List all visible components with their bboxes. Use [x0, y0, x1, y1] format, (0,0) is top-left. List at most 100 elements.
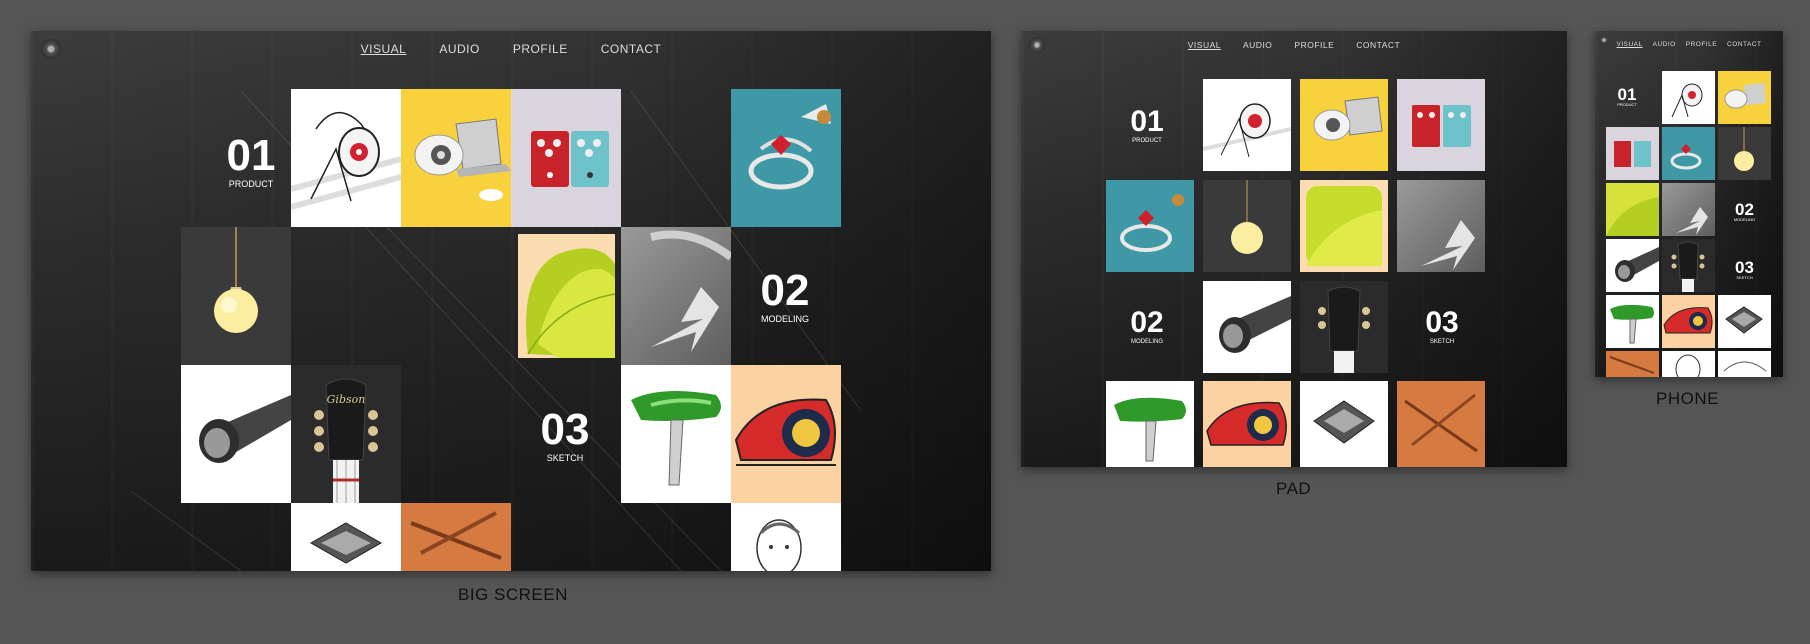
ring-jewelry-icon — [1120, 194, 1184, 252]
thumb-arrow[interactable] — [621, 227, 731, 365]
sketch-lamp-icon — [291, 112, 401, 210]
thumb-mic[interactable] — [1203, 281, 1291, 373]
ring-jewelry-icon — [1670, 144, 1702, 170]
thumb-pens[interactable] — [1397, 381, 1485, 467]
microphone-icon — [1615, 247, 1659, 282]
pens-icon — [410, 511, 502, 560]
sketch-icon — [1723, 361, 1767, 372]
thumb-pedals[interactable] — [1606, 127, 1659, 180]
nav-visual[interactable]: VISUAL — [1188, 40, 1221, 50]
nav-audio[interactable]: AUDIO — [1653, 41, 1676, 48]
nav-profile[interactable]: PROFILE — [1686, 41, 1717, 48]
nav-contact[interactable]: CONTACT — [601, 42, 662, 56]
section-03-label[interactable]: 03 SKETCH — [1718, 259, 1771, 280]
nav-audio[interactable]: AUDIO — [439, 42, 480, 56]
thumb-car[interactable] — [731, 365, 841, 503]
section-02-label[interactable]: 02 MODELING — [745, 269, 825, 324]
thumb-pedals[interactable] — [511, 89, 621, 227]
thumb-speaker[interactable] — [401, 89, 511, 227]
portrait-sketch-icon — [756, 519, 802, 571]
thumb-mic[interactable] — [1606, 239, 1659, 292]
caption-big-screen: BIG SCREEN — [458, 585, 568, 604]
hair-dryer-icon — [631, 391, 721, 486]
nav-contact[interactable]: CONTACT — [1356, 40, 1400, 50]
pendant-bulb-icon — [214, 227, 258, 333]
thumb-speaker[interactable] — [1300, 79, 1388, 171]
ring-jewelry-icon — [748, 104, 831, 190]
svg-text:Gibson: Gibson — [327, 393, 366, 406]
thumb-speaker[interactable] — [1718, 71, 1771, 124]
section-02-label[interactable]: 02 MODELING — [1718, 201, 1771, 222]
pendant-bulb-icon — [1231, 180, 1263, 254]
thumb-pens[interactable] — [1606, 351, 1659, 377]
section-02-label[interactable]: 02 MODELING — [1117, 308, 1177, 346]
thumb-sketch-lamp[interactable] — [291, 89, 401, 227]
thumb-leaf[interactable] — [1300, 180, 1388, 272]
pens-icon — [1609, 356, 1655, 374]
thumb-dryer[interactable] — [621, 365, 731, 503]
thumb-guitar[interactable] — [1300, 281, 1388, 373]
thumb-portrait[interactable] — [731, 503, 841, 571]
thumb-sketch-lamp[interactable] — [1662, 71, 1715, 124]
thumb-arrow[interactable] — [1662, 183, 1715, 236]
nav-visual[interactable]: VISUAL — [361, 42, 407, 56]
guitar-headstock-icon — [1671, 241, 1705, 292]
top-nav: VISUAL AUDIO PROFILE CONTACT — [31, 42, 991, 56]
arrow-render-icon — [1421, 220, 1475, 270]
nav-profile[interactable]: PROFILE — [513, 42, 568, 56]
section-01-label[interactable]: 01 PRODUCT — [1603, 86, 1651, 107]
nav-profile[interactable]: PROFILE — [1294, 40, 1334, 50]
hair-dryer-icon — [1610, 304, 1654, 344]
thumb-pedals[interactable] — [1397, 79, 1485, 171]
section-01-label[interactable]: 01 PRODUCT — [1117, 107, 1177, 145]
thumb-sketch-lamp[interactable] — [1203, 79, 1291, 171]
thumb-mic[interactable] — [181, 365, 291, 503]
thumb-pens[interactable] — [401, 503, 511, 571]
cube-device-icon — [309, 522, 383, 564]
thumb-guitar[interactable]: Gibson — [291, 365, 401, 503]
thumb-bulb[interactable] — [181, 227, 291, 365]
pendant-bulb-icon — [1734, 127, 1754, 171]
thumb-guitar[interactable] — [1662, 239, 1715, 292]
thumb-bulb[interactable] — [1718, 127, 1771, 180]
thumb-arrow[interactable] — [1397, 180, 1485, 272]
thumb-car[interactable] — [1203, 381, 1291, 467]
caption-phone: PHONE — [1656, 389, 1719, 408]
thumb-dryer[interactable] — [1106, 381, 1194, 467]
speaker-laptop-icon — [414, 118, 511, 201]
ginkgo-leaf-icon — [1606, 197, 1659, 236]
thumb-ring[interactable] — [1106, 180, 1194, 272]
arrow-render-icon — [650, 230, 731, 352]
thumb-cube[interactable] — [1300, 381, 1388, 467]
top-nav: VISUAL AUDIO PROFILE CONTACT — [1595, 41, 1783, 48]
effect-pedals-icon — [1412, 105, 1471, 147]
concept-car-icon — [734, 398, 836, 466]
pens-icon — [1404, 393, 1478, 453]
sketch-lamp-icon — [1671, 83, 1703, 118]
big-screen-mockup: VISUAL AUDIO PROFILE CONTACT 01 PRODUCT … — [31, 31, 991, 571]
thumb-cube[interactable] — [1718, 295, 1771, 348]
thumb-bulb[interactable] — [1203, 180, 1291, 272]
portrait-sketch-icon — [1675, 354, 1701, 377]
speaker-laptop-icon — [1724, 83, 1766, 109]
thumb-ring[interactable] — [731, 89, 841, 227]
concept-car-icon — [1206, 401, 1287, 446]
section-03-label[interactable]: 03 SKETCH — [1407, 308, 1477, 346]
section-03-label[interactable]: 03 SKETCH — [525, 408, 605, 463]
section-01-label[interactable]: 01 PRODUCT — [211, 134, 291, 189]
thumb-ring[interactable] — [1662, 127, 1715, 180]
thumb-leaf[interactable] — [518, 234, 615, 358]
hair-dryer-icon — [1114, 397, 1186, 462]
phone-mockup: VISUAL AUDIO PROFILE CONTACT 01 PRODUCT 0… — [1595, 31, 1783, 377]
nav-visual[interactable]: VISUAL — [1617, 41, 1643, 48]
thumb-cube[interactable] — [291, 503, 401, 571]
thumb-portrait[interactable] — [1662, 351, 1715, 377]
thumb-sketch-extra[interactable] — [1718, 351, 1771, 377]
nav-audio[interactable]: AUDIO — [1243, 40, 1272, 50]
thumb-leaf[interactable] — [1606, 183, 1659, 236]
thumb-car[interactable] — [1662, 295, 1715, 348]
thumb-dryer[interactable] — [1606, 295, 1659, 348]
ginkgo-leaf-icon — [526, 248, 615, 358]
nav-contact[interactable]: CONTACT — [1727, 41, 1761, 48]
guitar-headstock-icon: Gibson — [314, 378, 378, 503]
